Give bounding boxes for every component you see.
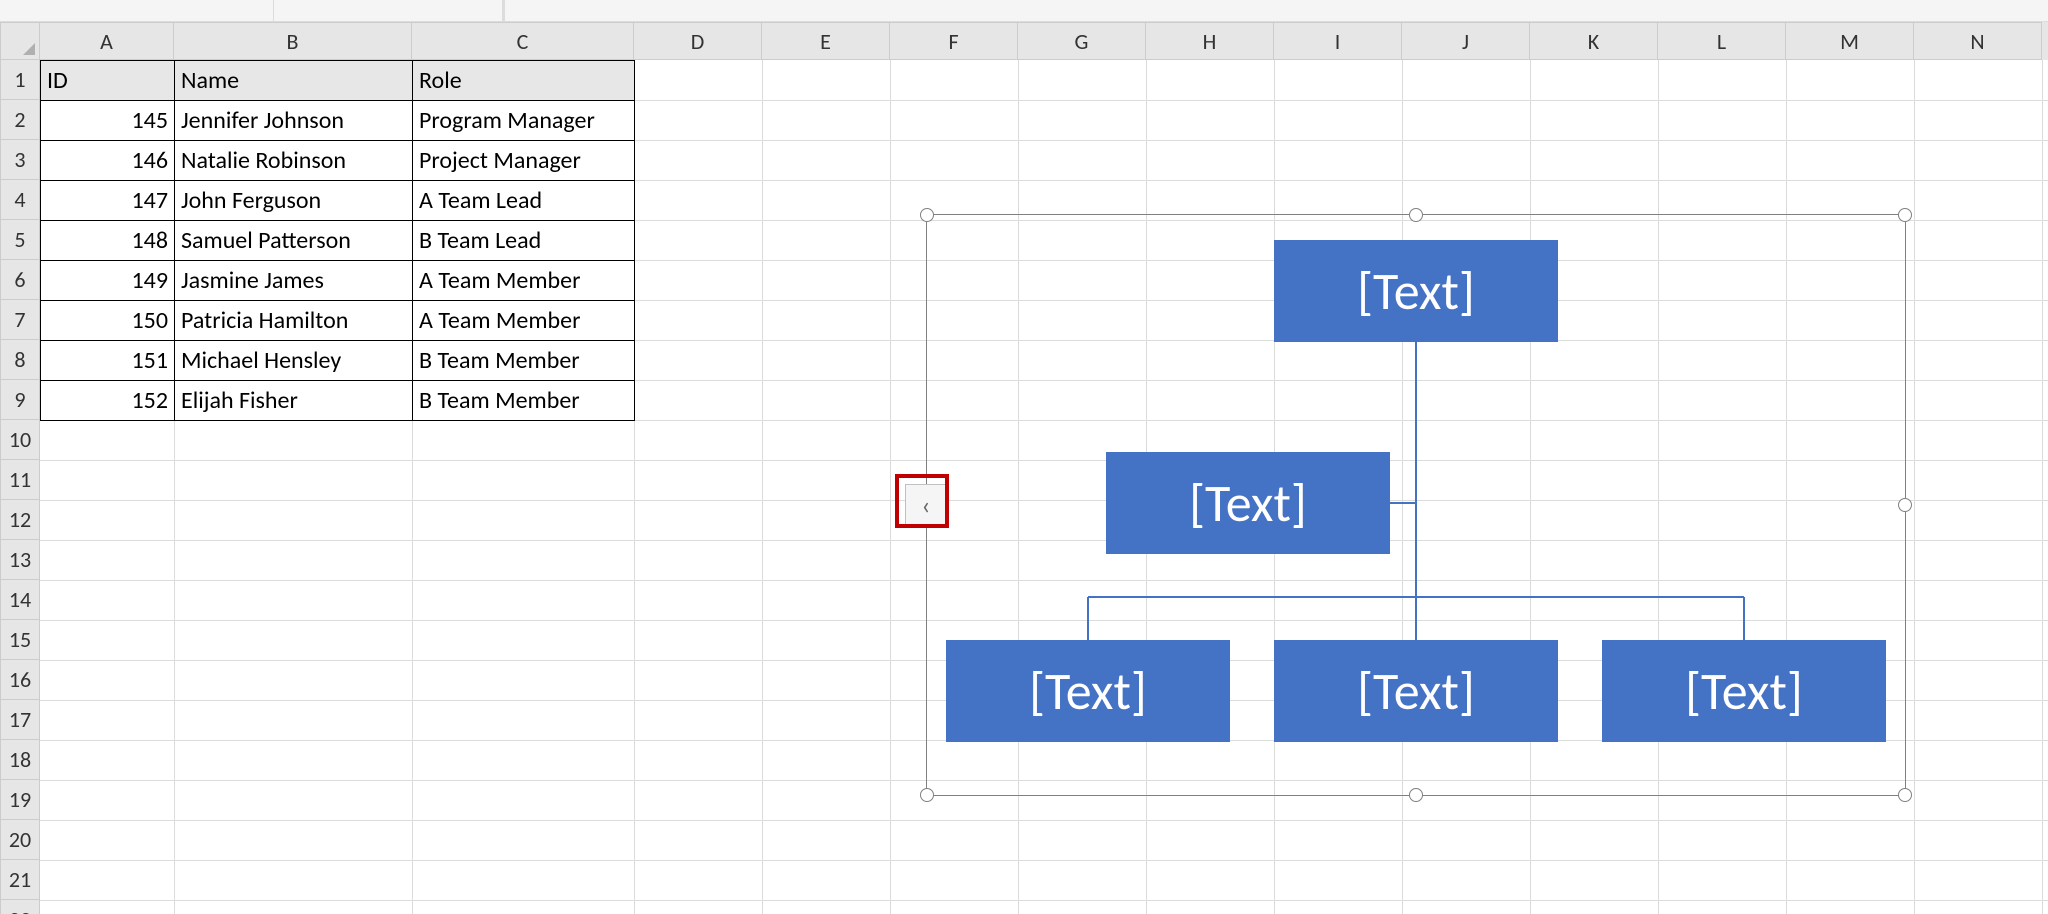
row-header-18[interactable]: 18 xyxy=(0,740,40,780)
header-role[interactable]: Role xyxy=(413,61,635,101)
table-row[interactable]: 151Michael HensleyB Team Member xyxy=(41,341,635,381)
cell-name[interactable]: Jennifer Johnson xyxy=(175,101,413,141)
row-header-22[interactable]: 22 xyxy=(0,900,40,914)
row-header-8[interactable]: 8 xyxy=(0,340,40,380)
data-table[interactable]: ID Name Role 145Jennifer JohnsonProgram … xyxy=(40,60,635,421)
header-name[interactable]: Name xyxy=(175,61,413,101)
column-header-J[interactable]: J xyxy=(1402,22,1530,60)
cell-role[interactable]: A Team Lead xyxy=(413,181,635,221)
header-id[interactable]: ID xyxy=(41,61,175,101)
table-row[interactable]: 147John FergusonA Team Lead xyxy=(41,181,635,221)
row-header-5[interactable]: 5 xyxy=(0,220,40,260)
cell-role[interactable]: B Team Member xyxy=(413,341,635,381)
row-header-16[interactable]: 16 xyxy=(0,660,40,700)
table-row[interactable]: 150Patricia HamiltonA Team Member xyxy=(41,301,635,341)
row-header-15[interactable]: 15 xyxy=(0,620,40,660)
cell-name[interactable]: Jasmine James xyxy=(175,261,413,301)
column-header-I[interactable]: I xyxy=(1274,22,1402,60)
column-header-F[interactable]: F xyxy=(890,22,1018,60)
column-header-H[interactable]: H xyxy=(1146,22,1274,60)
cell-role[interactable]: Project Manager xyxy=(413,141,635,181)
smartart-connector xyxy=(1390,502,1416,504)
resize-handle-s[interactable] xyxy=(1409,788,1423,802)
column-header-N[interactable]: N xyxy=(1914,22,2042,60)
row-header-21[interactable]: 21 xyxy=(0,860,40,900)
smartart-node-bottom-3[interactable]: [Text] xyxy=(1602,640,1886,742)
row-header-1[interactable]: 1 xyxy=(0,60,40,100)
smartart-connector xyxy=(1743,597,1745,640)
cell-role[interactable]: A Team Member xyxy=(413,261,635,301)
row-header-7[interactable]: 7 xyxy=(0,300,40,340)
column-headers: ABCDEFGHIJKLMN xyxy=(0,22,2048,60)
cell-role[interactable]: Program Manager xyxy=(413,101,635,141)
row-header-14[interactable]: 14 xyxy=(0,580,40,620)
table-row[interactable]: 148Samuel PattersonB Team Lead xyxy=(41,221,635,261)
cell-id[interactable]: 148 xyxy=(41,221,175,261)
cell-name[interactable]: Natalie Robinson xyxy=(175,141,413,181)
cell-id[interactable]: 147 xyxy=(41,181,175,221)
select-all-corner[interactable] xyxy=(0,22,40,60)
annotation-highlight xyxy=(895,474,949,528)
smartart-node-top[interactable]: [Text] xyxy=(1274,240,1558,342)
row-header-13[interactable]: 13 xyxy=(0,540,40,580)
resize-handle-ne[interactable] xyxy=(1898,208,1912,222)
column-header-C[interactable]: C xyxy=(412,22,634,60)
smartart-connector xyxy=(1415,597,1417,640)
cell-id[interactable]: 149 xyxy=(41,261,175,301)
resize-handle-n[interactable] xyxy=(1409,208,1423,222)
smartart-node-mid[interactable]: [Text] xyxy=(1106,452,1390,554)
resize-handle-se[interactable] xyxy=(1898,788,1912,802)
row-header-10[interactable]: 10 xyxy=(0,420,40,460)
cell-id[interactable]: 151 xyxy=(41,341,175,381)
column-header-A[interactable]: A xyxy=(40,22,174,60)
table-row[interactable]: 149Jasmine JamesA Team Member xyxy=(41,261,635,301)
resize-handle-nw[interactable] xyxy=(920,208,934,222)
smartart-connector xyxy=(1415,342,1417,597)
resize-handle-e[interactable] xyxy=(1898,498,1912,512)
row-header-2[interactable]: 2 xyxy=(0,100,40,140)
row-header-20[interactable]: 20 xyxy=(0,820,40,860)
table-row[interactable]: 145Jennifer JohnsonProgram Manager xyxy=(41,101,635,141)
row-header-19[interactable]: 19 xyxy=(0,780,40,820)
column-header-E[interactable]: E xyxy=(762,22,890,60)
column-header-G[interactable]: G xyxy=(1018,22,1146,60)
column-header-M[interactable]: M xyxy=(1786,22,1914,60)
formula-bar-remnant xyxy=(0,0,2048,22)
smartart-node-bottom-2[interactable]: [Text] xyxy=(1274,640,1558,742)
row-header-12[interactable]: 12 xyxy=(0,500,40,540)
cell-name[interactable]: Patricia Hamilton xyxy=(175,301,413,341)
row-header-3[interactable]: 3 xyxy=(0,140,40,180)
resize-handle-sw[interactable] xyxy=(920,788,934,802)
table-row[interactable]: 152Elijah FisherB Team Member xyxy=(41,381,635,421)
cell-name[interactable]: John Ferguson xyxy=(175,181,413,221)
column-header-L[interactable]: L xyxy=(1658,22,1786,60)
cell-name[interactable]: Elijah Fisher xyxy=(175,381,413,421)
row-header-6[interactable]: 6 xyxy=(0,260,40,300)
row-header-9[interactable]: 9 xyxy=(0,380,40,420)
column-header-D[interactable]: D xyxy=(634,22,762,60)
cell-name[interactable]: Michael Hensley xyxy=(175,341,413,381)
column-header-B[interactable]: B xyxy=(174,22,412,60)
cell-id[interactable]: 145 xyxy=(41,101,175,141)
cell-role[interactable]: A Team Member xyxy=(413,301,635,341)
smartart-node-bottom-1[interactable]: [Text] xyxy=(946,640,1230,742)
column-header-K[interactable]: K xyxy=(1530,22,1658,60)
cell-id[interactable]: 146 xyxy=(41,141,175,181)
cell-name[interactable]: Samuel Patterson xyxy=(175,221,413,261)
smartart-connector xyxy=(1087,597,1089,640)
cell-role[interactable]: B Team Lead xyxy=(413,221,635,261)
row-header-11[interactable]: 11 xyxy=(0,460,40,500)
cell-id[interactable]: 152 xyxy=(41,381,175,421)
table-row[interactable]: 146Natalie RobinsonProject Manager xyxy=(41,141,635,181)
row-header-17[interactable]: 17 xyxy=(0,700,40,740)
row-header-4[interactable]: 4 xyxy=(0,180,40,220)
worksheet-area: ABCDEFGHIJKLMN 1234567891011121314151617… xyxy=(0,0,2048,914)
cell-id[interactable]: 150 xyxy=(41,301,175,341)
cell-role[interactable]: B Team Member xyxy=(413,381,635,421)
